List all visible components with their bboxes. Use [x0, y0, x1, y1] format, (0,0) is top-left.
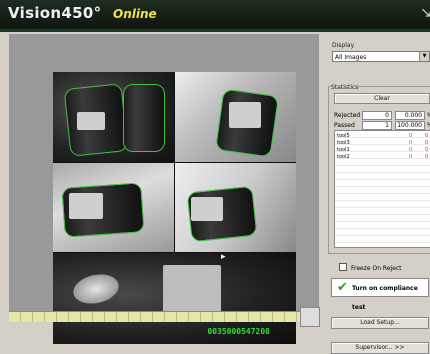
image-cell-4[interactable]: [175, 163, 296, 252]
image-filmstrip[interactable]: [9, 311, 319, 322]
title-bar: Vision450° Online ↘: [0, 0, 430, 29]
image-cell-2[interactable]: [175, 72, 296, 162]
passed-label: Passed: [334, 122, 355, 129]
supervisor-button[interactable]: Supervisor... >>: [331, 342, 429, 354]
load-setup-button[interactable]: Load Setup...: [331, 317, 429, 329]
tool-results-list[interactable]: tool5 0 0 tool3 0 0 tool1 0 0 tool2 0 0: [334, 130, 430, 248]
filmstrip-end-button[interactable]: [300, 307, 320, 327]
list-item[interactable]: tool3 0 0: [337, 140, 430, 146]
arrow-icon[interactable]: ↘: [420, 5, 430, 23]
passed-percent: 100.000: [395, 121, 425, 130]
compliance-test-button[interactable]: ✔ Turn on compliance test: [331, 278, 429, 311]
list-item[interactable]: tool1 0 0: [337, 147, 430, 153]
cursor-icon: ▸: [221, 252, 226, 262]
rejected-label: Rejected: [334, 112, 361, 119]
display-label: Display: [332, 42, 355, 49]
freeze-on-reject-checkbox[interactable]: Freeze On Reject: [339, 263, 402, 272]
list-item[interactable]: tool5 0 0: [337, 133, 430, 139]
rejected-count: 0: [362, 111, 392, 120]
brand-logo: [70, 270, 122, 308]
image-cell-5[interactable]: 12018919 0035000547208: [53, 253, 296, 344]
rejected-percent: 0.000: [395, 111, 425, 120]
check-icon: ✔: [337, 280, 348, 295]
chevron-down-icon[interactable]: ▼: [419, 52, 429, 61]
ocr-line: 0035000547208: [207, 327, 270, 336]
display-select[interactable]: All Images ▼: [332, 51, 430, 62]
image-grid: 12018919 0035000547208 ▸: [53, 72, 296, 344]
image-cell-1[interactable]: [53, 72, 174, 162]
clear-button[interactable]: Clear: [334, 93, 430, 104]
control-panel: Display All Images ▼ Statistics Clear Re…: [325, 34, 430, 354]
image-cell-3[interactable]: [53, 163, 174, 252]
list-item[interactable]: tool2 0 0: [337, 154, 430, 160]
passed-count: 1: [362, 121, 392, 130]
app-title: Vision450°: [8, 4, 102, 22]
title-divider: [0, 29, 430, 32]
checkbox-icon[interactable]: [339, 263, 347, 271]
connection-status: Online: [113, 7, 157, 21]
statistics-label: Statistics: [331, 84, 359, 91]
image-viewer: 12018919 0035000547208 ▸: [9, 34, 319, 344]
display-value: All Images: [335, 54, 367, 61]
